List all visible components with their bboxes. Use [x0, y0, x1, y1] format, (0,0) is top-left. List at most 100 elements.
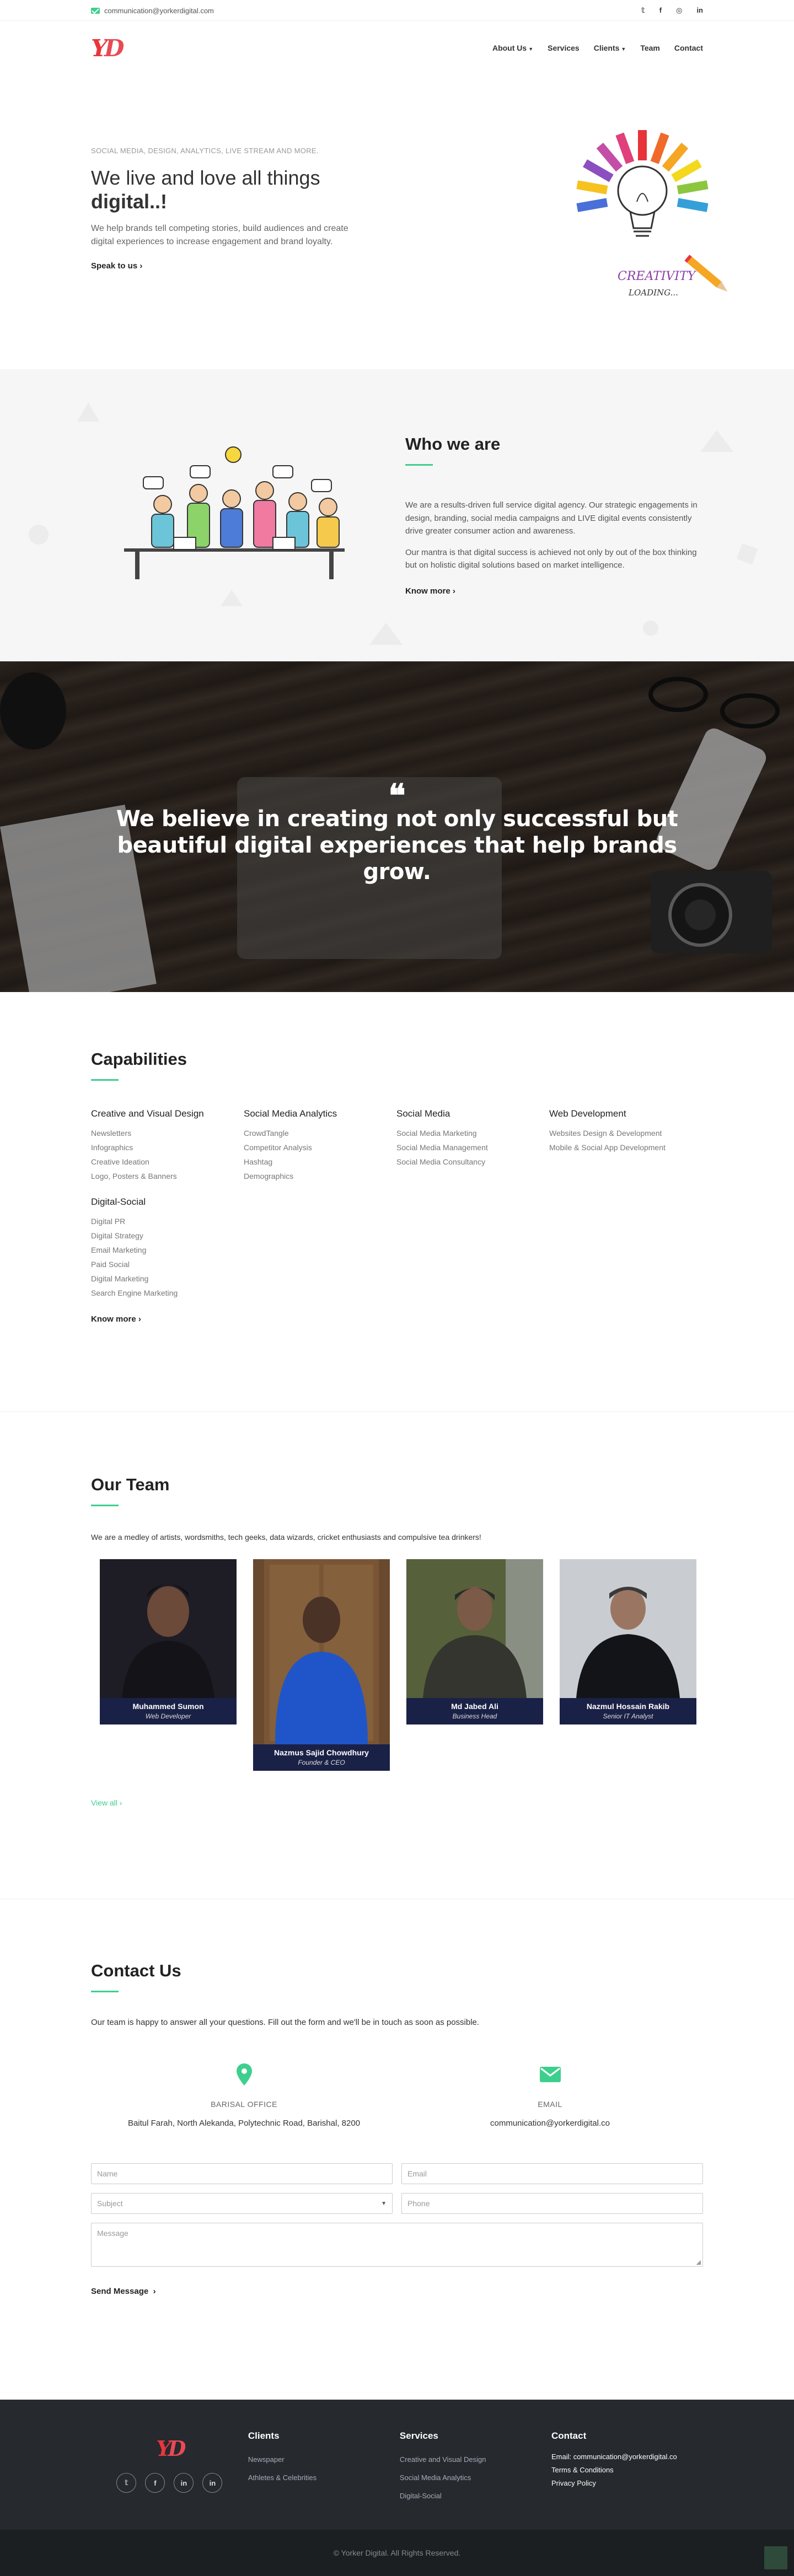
team-member-card[interactable]: Muhammed Sumon Web Developer — [100, 1559, 237, 1771]
capability-item: Competitor Analysis — [244, 1143, 312, 1152]
footer-clients: Clients Newspaper Athletes & Celebrities — [248, 2431, 400, 2505]
team-section: Our Team We are a medley of artists, wor… — [0, 1412, 794, 1899]
nav-services[interactable]: Services — [548, 44, 580, 52]
facebook-icon[interactable]: f — [145, 2473, 165, 2493]
footer-link[interactable]: Digital-Social — [400, 2487, 551, 2505]
linkedin-icon[interactable]: in — [696, 6, 703, 15]
capability-item: Logo, Posters & Banners — [91, 1172, 177, 1181]
nav-about-us[interactable]: About Us ▼ — [492, 44, 533, 52]
nav-contact[interactable]: Contact — [674, 44, 703, 52]
banner-text: We believe in creating not only successf… — [116, 806, 678, 885]
envelope-icon — [397, 2062, 703, 2087]
twitter-icon[interactable]: 𝕥 — [116, 2473, 137, 2493]
footer-link[interactable]: Terms & Conditions — [551, 2464, 703, 2477]
team-intro: We are a medley of artists, wordsmiths, … — [91, 1533, 481, 1542]
email-input[interactable]: Email — [401, 2163, 703, 2184]
capability-item: Hashtag — [244, 1157, 273, 1166]
footer-clients-title: Clients — [248, 2431, 280, 2441]
title-underline — [91, 1991, 119, 1992]
top-email[interactable]: communication@yorkerdigital.com — [91, 7, 214, 15]
nav-label: Clients — [593, 44, 620, 52]
who-we-are-title: Who we are — [405, 434, 501, 454]
team-title: Our Team — [91, 1475, 170, 1494]
footer-link[interactable]: Privacy Policy — [551, 2477, 703, 2490]
send-message-button[interactable]: Send Message › — [91, 2287, 156, 2296]
member-role: Senior IT Analyst — [603, 1712, 653, 1720]
member-photo — [406, 1559, 543, 1698]
hero-section: SOCIAL MEDIA, DESIGN, ANALYTICS, LIVE ST… — [0, 75, 794, 369]
hero-description: We help brands tell competing stories, b… — [91, 224, 348, 246]
footer-link[interactable]: Athletes & Celebrities — [248, 2469, 400, 2487]
capability-item: Social Media Marketing — [396, 1129, 477, 1138]
who-know-more-link[interactable]: Know more › — [405, 586, 455, 596]
scroll-to-top-button[interactable] — [764, 2546, 787, 2569]
footer-link[interactable]: Creative and Visual Design — [400, 2450, 551, 2469]
name-input[interactable]: Name — [91, 2163, 393, 2184]
capability-group: Creative and Visual Design Newsletters I… — [91, 1108, 244, 1183]
contact-form: Name Email Subject ▼ Phone Message ◢ Send … — [91, 2163, 703, 2297]
team-member-card[interactable]: Md Jabed Ali Business Head — [406, 1559, 543, 1771]
copyright-text: © Yorker Digital. All Rights Reserved. — [333, 2548, 461, 2557]
hero-title-line1: We live and love all things — [91, 166, 320, 189]
team-member-card[interactable]: Nazmus Sajid Chowdhury Founder & CEO — [253, 1559, 390, 1771]
member-photo — [560, 1559, 696, 1698]
member-portrait — [122, 1584, 214, 1698]
member-photo — [100, 1559, 237, 1698]
resize-handle-icon[interactable]: ◢ — [696, 2259, 701, 2266]
chevron-down-icon: ▼ — [528, 46, 534, 52]
copyright-bar: © Yorker Digital. All Rights Reserved. — [0, 2530, 794, 2576]
capabilities-know-more-link[interactable]: Know more › — [91, 1314, 141, 1324]
nav-team[interactable]: Team — [640, 44, 660, 52]
map-pin-icon — [91, 2062, 397, 2087]
member-role: Web Developer — [145, 1712, 191, 1720]
speak-to-us-link[interactable]: Speak to us › — [91, 261, 142, 271]
twitter-icon[interactable]: 𝕥 — [641, 6, 645, 15]
capabilities-grid: Creative and Visual Design Newsletters I… — [91, 1108, 703, 1300]
title-underline — [91, 1079, 119, 1081]
email-label: EMAIL — [538, 2100, 562, 2109]
capability-group: Web Development Websites Design & Develo… — [549, 1108, 702, 1183]
linkedin-icon[interactable]: in — [174, 2473, 194, 2493]
member-name: Md Jabed Ali — [451, 1702, 498, 1711]
subject-select[interactable]: Subject ▼ — [91, 2193, 393, 2214]
nav-clients[interactable]: Clients ▼ — [594, 44, 626, 52]
phone-input[interactable]: Phone — [401, 2193, 703, 2214]
footer-email[interactable]: Email: communication@yorkerdigital.co — [551, 2450, 703, 2464]
capability-title: Creative and Visual Design — [91, 1108, 204, 1119]
member-photo — [253, 1559, 390, 1744]
who-we-are-section: Who we are We are a results-driven full … — [0, 369, 794, 661]
email-value[interactable]: communication@yorkerdigital.co — [397, 2119, 703, 2128]
top-email-text: communication@yorkerdigital.com — [104, 6, 214, 15]
capability-item: Social Media Consultancy — [396, 1157, 486, 1166]
message-textarea[interactable]: Message ◢ — [91, 2223, 703, 2267]
title-underline — [405, 464, 433, 466]
member-portrait — [406, 1559, 543, 1698]
linkedin-icon[interactable]: in — [202, 2473, 223, 2493]
capability-item: Digital Marketing — [91, 1274, 149, 1283]
footer-link[interactable]: Social Media Analytics — [400, 2469, 551, 2487]
capability-item: Digital Strategy — [91, 1231, 143, 1240]
contact-title: Contact Us — [91, 1961, 181, 1980]
capability-group: Social Media Analytics CrowdTangle Compe… — [244, 1108, 396, 1183]
send-label: Send Message — [91, 2287, 149, 2296]
footer-contact-title: Contact — [551, 2431, 587, 2441]
instagram-icon[interactable]: ◎ — [676, 6, 682, 15]
member-name: Nazmus Sajid Chowdhury — [274, 1748, 369, 1757]
capabilities-title: Capabilities — [91, 1049, 187, 1069]
footer-link[interactable]: Newspaper — [248, 2450, 400, 2469]
capability-item: Social Media Management — [396, 1143, 488, 1152]
footer-logo[interactable]: YD — [91, 2436, 248, 2461]
office-info: BARISAL OFFICE Baitul Farah, North Aleka… — [91, 2062, 397, 2128]
facebook-icon[interactable]: f — [659, 6, 662, 15]
member-portrait — [560, 1559, 696, 1698]
member-name: Muhammed Sumon — [132, 1702, 204, 1711]
team-member-card[interactable]: Nazmul Hossain Rakib Senior IT Analyst — [560, 1559, 696, 1771]
team-meeting-illustration — [91, 433, 383, 598]
team-meeting-image — [124, 446, 345, 579]
capability-item: CrowdTangle — [244, 1129, 289, 1138]
site-logo[interactable]: YD — [91, 35, 124, 62]
contact-section: Contact Us Our team is happy to answer a… — [0, 1899, 794, 2400]
view-all-team-link[interactable]: View all › — [91, 1798, 122, 1807]
chevron-right-icon: › — [452, 586, 455, 596]
office-address: Baitul Farah, North Alekanda, Polytechni… — [127, 2119, 361, 2128]
